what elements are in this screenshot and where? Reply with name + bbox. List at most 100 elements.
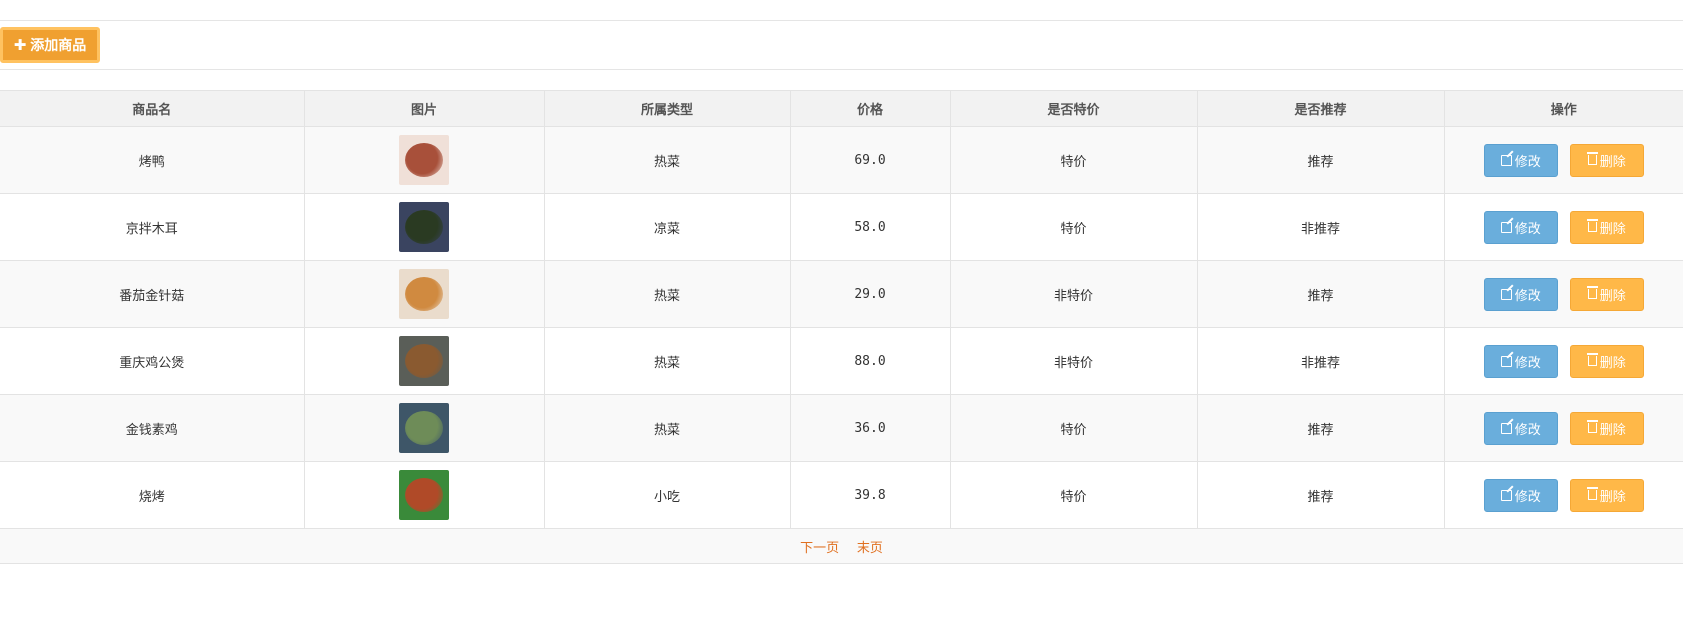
edit-button[interactable]: 修改 <box>1483 411 1558 445</box>
dish-shape <box>405 411 443 445</box>
edit-icon <box>1500 422 1512 434</box>
cell-special: 非特价 <box>950 327 1198 395</box>
dish-shape <box>405 143 443 177</box>
row-actions: 修改 删除 <box>1445 478 1683 512</box>
edit-label: 修改 <box>1514 422 1541 438</box>
product-type: 热菜 <box>653 422 680 438</box>
product-price: 39.8 <box>854 487 886 503</box>
edit-button[interactable]: 修改 <box>1483 277 1558 311</box>
cell-name: 烧烤 <box>0 461 305 529</box>
edit-icon <box>1500 489 1512 501</box>
product-type: 热菜 <box>653 355 680 371</box>
cell-recommend: 推荐 <box>1197 260 1445 328</box>
cell-recommend: 推荐 <box>1197 461 1445 529</box>
product-type: 凉菜 <box>653 221 680 237</box>
cell-image <box>304 260 545 328</box>
edit-icon <box>1500 154 1512 166</box>
product-special: 非特价 <box>1053 288 1093 304</box>
header-actions: 操作 <box>1444 90 1683 127</box>
cell-actions: 修改 删除 <box>1444 126 1683 194</box>
cell-actions: 修改 删除 <box>1444 394 1683 462</box>
row-actions: 修改 删除 <box>1445 411 1683 445</box>
table-row: 烧烤 小吃 39.8 特价 推荐 修改 删除 <box>0 461 1683 529</box>
product-special: 非特价 <box>1053 355 1093 371</box>
edit-icon <box>1500 355 1512 367</box>
delete-button[interactable]: 删除 <box>1569 143 1644 177</box>
product-type: 热菜 <box>653 288 680 304</box>
header-special: 是否特价 <box>950 90 1198 127</box>
cell-recommend: 非推荐 <box>1197 327 1445 395</box>
trash-icon <box>1586 420 1598 433</box>
delete-button[interactable]: 删除 <box>1569 478 1644 512</box>
cell-price: 39.8 <box>790 461 951 529</box>
trash-icon <box>1586 152 1598 165</box>
dish-shape <box>405 344 443 378</box>
edit-button[interactable]: 修改 <box>1483 143 1558 177</box>
cell-image <box>304 193 545 261</box>
product-image <box>399 403 449 453</box>
product-image <box>399 135 449 185</box>
cell-type: 热菜 <box>544 394 791 462</box>
edit-icon <box>1500 288 1512 300</box>
cell-actions: 修改 删除 <box>1444 327 1683 395</box>
product-name: 金钱素鸡 <box>125 422 178 438</box>
product-name: 烧烤 <box>138 489 165 505</box>
product-price: 58.0 <box>854 219 886 235</box>
pagination-row: 下一页 末页 <box>0 528 1683 564</box>
edit-button[interactable]: 修改 <box>1483 344 1558 378</box>
product-special: 特价 <box>1060 422 1087 438</box>
product-price: 88.0 <box>854 353 886 369</box>
cell-image <box>304 461 545 529</box>
delete-button[interactable]: 删除 <box>1569 344 1644 378</box>
edit-label: 修改 <box>1514 288 1541 304</box>
product-recommend: 推荐 <box>1307 154 1334 170</box>
cell-special: 特价 <box>950 126 1198 194</box>
header-image: 图片 <box>304 90 545 127</box>
cell-special: 非特价 <box>950 260 1198 328</box>
product-recommend: 推荐 <box>1307 489 1334 505</box>
toolbar-divider <box>0 69 1683 70</box>
header-type: 所属类型 <box>544 90 791 127</box>
cell-type: 热菜 <box>544 126 791 194</box>
header-price: 价格 <box>790 90 951 127</box>
delete-label: 删除 <box>1599 288 1626 304</box>
delete-button[interactable]: 删除 <box>1569 210 1644 244</box>
product-table: 商品名 图片 所属类型 价格 是否特价 是否推荐 操作 烤鸭 热菜 69.0 特… <box>0 90 1683 564</box>
edit-button[interactable]: 修改 <box>1483 478 1558 512</box>
last-page-link[interactable]: 末页 <box>857 541 883 556</box>
product-image <box>399 269 449 319</box>
delete-button[interactable]: 删除 <box>1569 277 1644 311</box>
delete-button[interactable]: 删除 <box>1569 411 1644 445</box>
product-name: 烤鸭 <box>138 154 165 170</box>
add-product-button[interactable]: ✚ 添加商品 <box>0 27 100 63</box>
product-recommend: 非推荐 <box>1300 355 1340 371</box>
trash-icon <box>1586 353 1598 366</box>
trash-icon <box>1586 286 1598 299</box>
cell-image <box>304 126 545 194</box>
header-recommend: 是否推荐 <box>1197 90 1445 127</box>
edit-icon <box>1500 221 1512 233</box>
cell-type: 小吃 <box>544 461 791 529</box>
cell-name: 番茄金针菇 <box>0 260 305 328</box>
table-row: 金钱素鸡 热菜 36.0 特价 推荐 修改 删除 <box>0 394 1683 462</box>
product-special: 特价 <box>1060 221 1087 237</box>
next-page-link[interactable]: 下一页 <box>800 541 839 556</box>
product-image <box>399 202 449 252</box>
product-image <box>399 470 449 520</box>
product-image <box>399 336 449 386</box>
trash-icon <box>1586 219 1598 232</box>
cell-name: 重庆鸡公煲 <box>0 327 305 395</box>
cell-actions: 修改 删除 <box>1444 193 1683 261</box>
product-recommend: 推荐 <box>1307 422 1334 438</box>
row-actions: 修改 删除 <box>1445 143 1683 177</box>
dish-shape <box>405 210 443 244</box>
dish-shape <box>405 478 443 512</box>
cell-price: 69.0 <box>790 126 951 194</box>
product-price: 36.0 <box>854 420 886 436</box>
edit-button[interactable]: 修改 <box>1483 210 1558 244</box>
product-name: 京拌木耳 <box>125 221 178 237</box>
product-type: 小吃 <box>653 489 680 505</box>
cell-name: 京拌木耳 <box>0 193 305 261</box>
row-actions: 修改 删除 <box>1445 210 1683 244</box>
product-recommend: 非推荐 <box>1300 221 1340 237</box>
